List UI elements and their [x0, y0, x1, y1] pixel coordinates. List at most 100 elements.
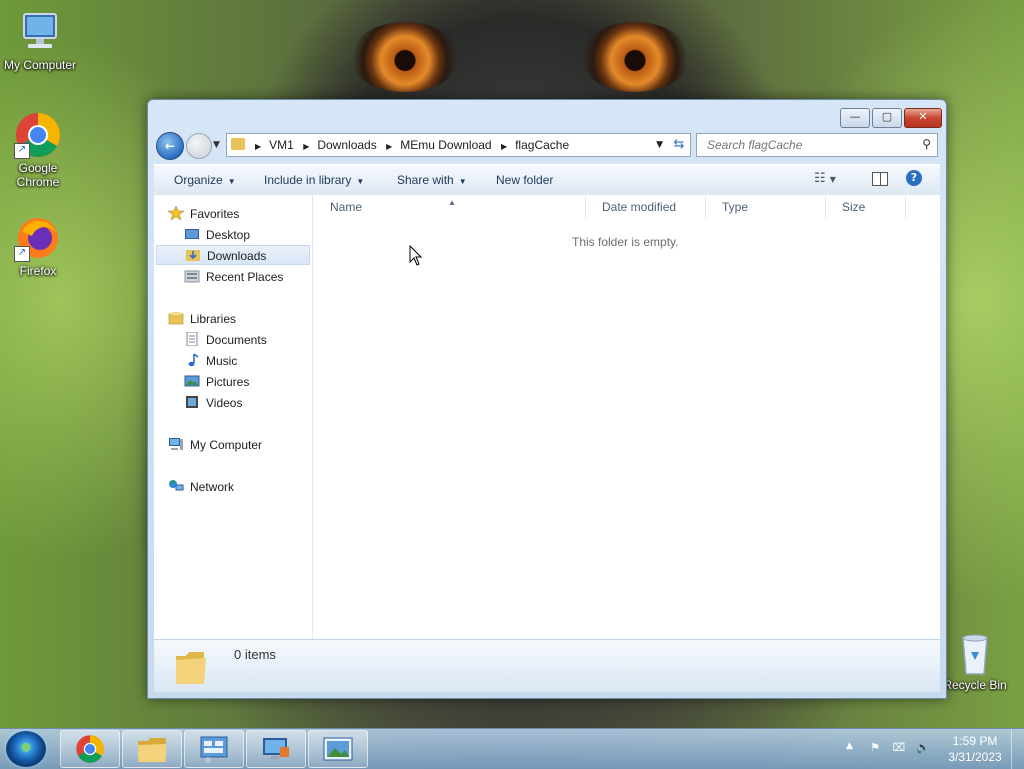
downloads-folder-icon: [185, 248, 201, 262]
network-status-icon[interactable]: ⌧: [892, 741, 906, 755]
search-icon[interactable]: ⚲: [922, 137, 931, 151]
desktop-icon-recycle-bin[interactable]: Recycle Bin: [935, 632, 1015, 692]
nav-network[interactable]: Network: [168, 477, 234, 497]
action-center-icon[interactable]: ⚑: [868, 741, 882, 755]
taskbar: ▲ ⚑ ⌧ 🔈 1:59 PM 3/31/2023: [0, 728, 1024, 769]
nav-pictures-label: Pictures: [206, 375, 250, 389]
shortcut-arrow-icon: ↗: [14, 143, 30, 159]
nav-documents[interactable]: Documents: [184, 330, 267, 350]
show-hidden-icons-button[interactable]: ▲: [846, 741, 853, 751]
libraries-icon: [168, 311, 184, 325]
desktop-icon-google-chrome[interactable]: ↗ Google Chrome: [0, 111, 78, 189]
sort-ascending-icon: ▲: [448, 198, 456, 207]
search-box[interactable]: ⚲: [696, 133, 938, 157]
recycle-bin-icon: [955, 632, 995, 676]
mouse-cursor-icon: [409, 245, 423, 266]
new-folder-label: New folder: [496, 173, 554, 187]
minimize-button[interactable]: —: [840, 108, 870, 128]
column-size-label: Size: [842, 200, 866, 214]
nav-libraries[interactable]: Libraries: [168, 309, 236, 329]
nav-pictures[interactable]: Pictures: [184, 372, 249, 392]
column-type-label: Type: [722, 200, 749, 214]
nav-desktop-label: Desktop: [206, 228, 251, 242]
change-view-button[interactable]: ☷ ▼: [814, 171, 836, 186]
navigation-bar: ← ▼ ▶ VM1 ▶ Downloads ▶ MEmu Download ▶ flag…: [156, 132, 938, 160]
nav-downloads[interactable]: Downloads: [156, 245, 310, 265]
chrome-icon: [76, 735, 104, 763]
explorer-window: — ▢ ✕ ← ▼ ▶ VM1 ▶ Downloads ▶ MEmu Download…: [147, 99, 947, 699]
breadcrumb: ▶ VM1 ▶ Downloads ▶ MEmu Download ▶ flagCach…: [249, 134, 569, 156]
breadcrumb-vm1[interactable]: VM1: [269, 138, 294, 152]
new-folder-button[interactable]: New folder: [496, 165, 553, 195]
help-icon: ?: [910, 171, 918, 184]
include-in-library-button[interactable]: Include in library ▼: [264, 165, 364, 195]
organize-button[interactable]: Organize ▼: [174, 165, 236, 195]
column-type[interactable]: Type: [706, 195, 826, 219]
column-name-label: Name: [330, 200, 363, 214]
clock-date: 3/31/2023: [948, 750, 1002, 764]
documents-icon: [184, 331, 200, 347]
music-icon: [184, 353, 200, 367]
search-input[interactable]: [705, 134, 919, 156]
address-bar[interactable]: ▶ VM1 ▶ Downloads ▶ MEmu Download ▶ flagCach…: [226, 133, 670, 157]
nav-recent-places[interactable]: Recent Places: [184, 267, 283, 287]
nav-documents-label: Documents: [206, 333, 267, 347]
start-button[interactable]: [6, 731, 46, 767]
nav-desktop[interactable]: Desktop: [184, 225, 250, 245]
videos-icon: [184, 395, 200, 409]
forward-button[interactable]: [186, 133, 212, 159]
taskbar-explorer[interactable]: [122, 730, 182, 768]
close-button[interactable]: ✕: [904, 108, 942, 128]
nav-favorites[interactable]: Favorites: [167, 204, 239, 224]
column-size[interactable]: Size: [826, 195, 906, 219]
desktop-icon-label: Firefox: [19, 264, 57, 278]
volume-muted-icon[interactable]: 🔈: [916, 741, 930, 755]
nav-music[interactable]: Music: [184, 351, 237, 371]
empty-folder-message: This folder is empty.: [572, 235, 679, 249]
preview-pane-button[interactable]: [872, 172, 888, 186]
breadcrumb-memu-download[interactable]: MEmu Download: [400, 138, 491, 152]
column-name[interactable]: Name ▲: [314, 195, 586, 219]
chevron-right-icon[interactable]: ▶: [386, 136, 392, 158]
desktop-icon-firefox[interactable]: ↗ Firefox: [0, 214, 78, 278]
column-date-modified[interactable]: Date modified: [586, 195, 706, 219]
column-headers: Name ▲ Date modified Type Size: [314, 195, 940, 219]
clock[interactable]: 1:59 PM 3/31/2023: [942, 733, 1008, 765]
picture-icon: [323, 737, 353, 761]
wallpaper-eye-left: [350, 22, 460, 92]
share-with-button[interactable]: Share with ▼: [397, 165, 467, 195]
item-count: 0 items: [234, 647, 276, 662]
breadcrumb-flagcache[interactable]: flagCache: [515, 138, 569, 152]
recent-pages-dropdown[interactable]: ▼: [213, 140, 220, 150]
taskbar-control-panel[interactable]: [184, 730, 244, 768]
nav-videos[interactable]: Videos: [184, 393, 242, 413]
back-button[interactable]: ←: [156, 132, 184, 160]
details-pane: 0 items: [154, 639, 940, 692]
chevron-down-icon[interactable]: ▼: [656, 134, 663, 156]
nav-downloads-label: Downloads: [207, 249, 267, 263]
share-with-label: Share with: [397, 173, 454, 187]
taskbar-chrome[interactable]: [60, 730, 120, 768]
breadcrumb-downloads[interactable]: Downloads: [317, 138, 376, 152]
show-desktop-button[interactable]: [1011, 729, 1024, 769]
computer-icon: [16, 8, 64, 56]
nav-recent-places-label: Recent Places: [206, 270, 284, 284]
refresh-button[interactable]: ⇆: [668, 133, 691, 157]
network-icon: [168, 479, 184, 493]
star-icon: [167, 205, 185, 221]
folder-icon: [176, 652, 206, 684]
taskbar-photo-viewer[interactable]: [308, 730, 368, 768]
chevron-right-icon[interactable]: ▶: [501, 136, 507, 158]
nav-my-computer[interactable]: My Computer: [168, 435, 262, 455]
desktop-icon-label: Recycle Bin: [943, 678, 1007, 692]
organize-label: Organize: [174, 173, 223, 187]
desktop-icon-my-computer[interactable]: My Computer: [0, 8, 80, 72]
help-button[interactable]: ?: [906, 170, 922, 186]
chevron-right-icon[interactable]: ▶: [303, 136, 309, 158]
wallpaper-eye-right: [580, 22, 690, 92]
taskbar-remote-desktop[interactable]: [246, 730, 306, 768]
nav-my-computer-label: My Computer: [190, 438, 263, 452]
chevron-right-icon[interactable]: ▶: [255, 136, 261, 158]
maximize-button[interactable]: ▢: [872, 108, 902, 128]
nav-network-label: Network: [190, 480, 235, 494]
